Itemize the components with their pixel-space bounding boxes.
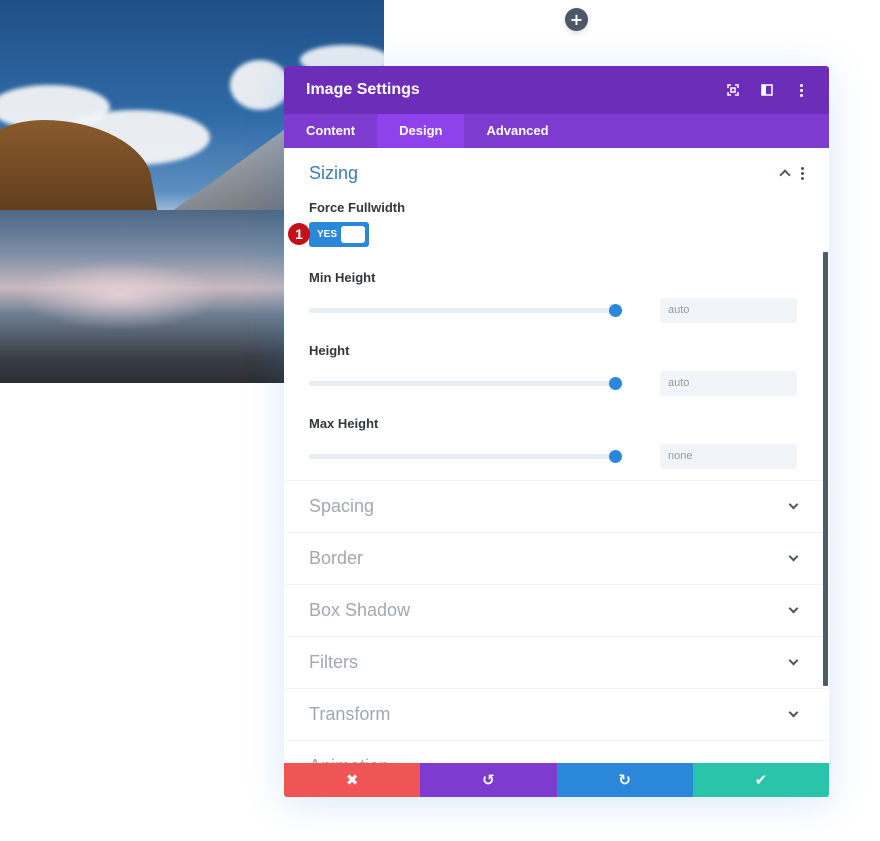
toggle-knob [341, 226, 365, 243]
chevron-down-icon[interactable] [788, 655, 799, 666]
checkmark-icon: ✔ [754, 771, 768, 789]
section-sizing: Sizing Force Fullwidth 1 YES Min Height [284, 148, 829, 481]
height-input[interactable] [660, 370, 797, 396]
section-title: Filters [309, 652, 358, 672]
section-title: Transform [309, 704, 391, 724]
section-title: Box Shadow [309, 600, 411, 620]
redo-icon: ↻ [618, 771, 631, 789]
section-title: Border [309, 548, 364, 568]
tab-content[interactable]: Content [284, 114, 377, 148]
settings-tabs: Content Design Advanced [284, 114, 829, 148]
close-icon: ✖ [345, 771, 359, 789]
split-view-icon[interactable] [761, 84, 773, 96]
image-settings-modal: Image Settings Content Design Advanced S… [284, 66, 829, 797]
plus-icon: + [569, 10, 584, 29]
section-sizing-header[interactable]: Sizing [309, 162, 804, 184]
section-border[interactable]: Border [284, 533, 829, 585]
min-height-input[interactable] [660, 297, 797, 323]
fullscreen-icon[interactable] [727, 84, 739, 96]
slider-handle[interactable] [609, 376, 622, 390]
section-title: Sizing [309, 162, 359, 183]
add-module-button[interactable]: + [565, 8, 588, 31]
chevron-down-icon[interactable] [788, 499, 799, 510]
section-filters[interactable]: Filters [284, 637, 829, 689]
min-height-label: Min Height [309, 270, 376, 285]
cloud-shape [230, 60, 290, 110]
chevron-down-icon[interactable] [788, 603, 799, 614]
section-title: Animation [309, 756, 389, 763]
save-button[interactable]: ✔ [692, 763, 829, 797]
section-options-icon[interactable] [801, 166, 804, 180]
step-badge: 1 [288, 223, 310, 245]
force-fullwidth-label: Force Fullwidth [309, 200, 406, 215]
slider-handle[interactable] [609, 303, 622, 317]
height-label: Height [309, 343, 350, 358]
max-height-slider[interactable] [309, 449, 622, 463]
cancel-button[interactable]: ✖ [284, 763, 421, 797]
section-title: Spacing [309, 496, 375, 516]
undo-icon: ↺ [482, 771, 495, 789]
section-animation[interactable]: Animation [284, 741, 829, 763]
modal-header: Image Settings [284, 66, 829, 114]
chevron-down-icon[interactable] [788, 551, 799, 562]
chevron-down-icon[interactable] [788, 707, 799, 718]
section-spacing[interactable]: Spacing [284, 481, 829, 533]
max-height-input[interactable] [660, 443, 797, 469]
cloud-reflection [20, 260, 220, 330]
slider-handle[interactable] [609, 449, 622, 463]
modal-title: Image Settings [306, 81, 420, 98]
max-height-label: Max Height [309, 416, 379, 431]
tab-design[interactable]: Design [377, 114, 465, 148]
section-transform[interactable]: Transform [284, 689, 829, 741]
more-options-icon[interactable] [795, 83, 807, 97]
section-box-shadow[interactable]: Box Shadow [284, 585, 829, 637]
max-height-field: Max Height [309, 416, 804, 469]
force-fullwidth-toggle[interactable]: YES [309, 222, 369, 247]
height-slider[interactable] [309, 376, 622, 390]
tab-advanced[interactable]: Advanced [464, 114, 570, 148]
min-height-field: Min Height [309, 270, 804, 323]
undo-button[interactable]: ↺ [420, 763, 557, 797]
redo-button[interactable]: ↻ [556, 763, 693, 797]
height-field: Height [309, 343, 804, 396]
settings-body: Sizing Force Fullwidth 1 YES Min Height [284, 148, 829, 763]
chevron-up-icon[interactable] [779, 169, 791, 181]
scrollbar[interactable] [823, 252, 828, 686]
toggle-state-label: YES [317, 229, 338, 240]
modal-footer: ✖ ↺ ↻ ✔ [284, 763, 829, 797]
min-height-slider[interactable] [309, 303, 622, 317]
